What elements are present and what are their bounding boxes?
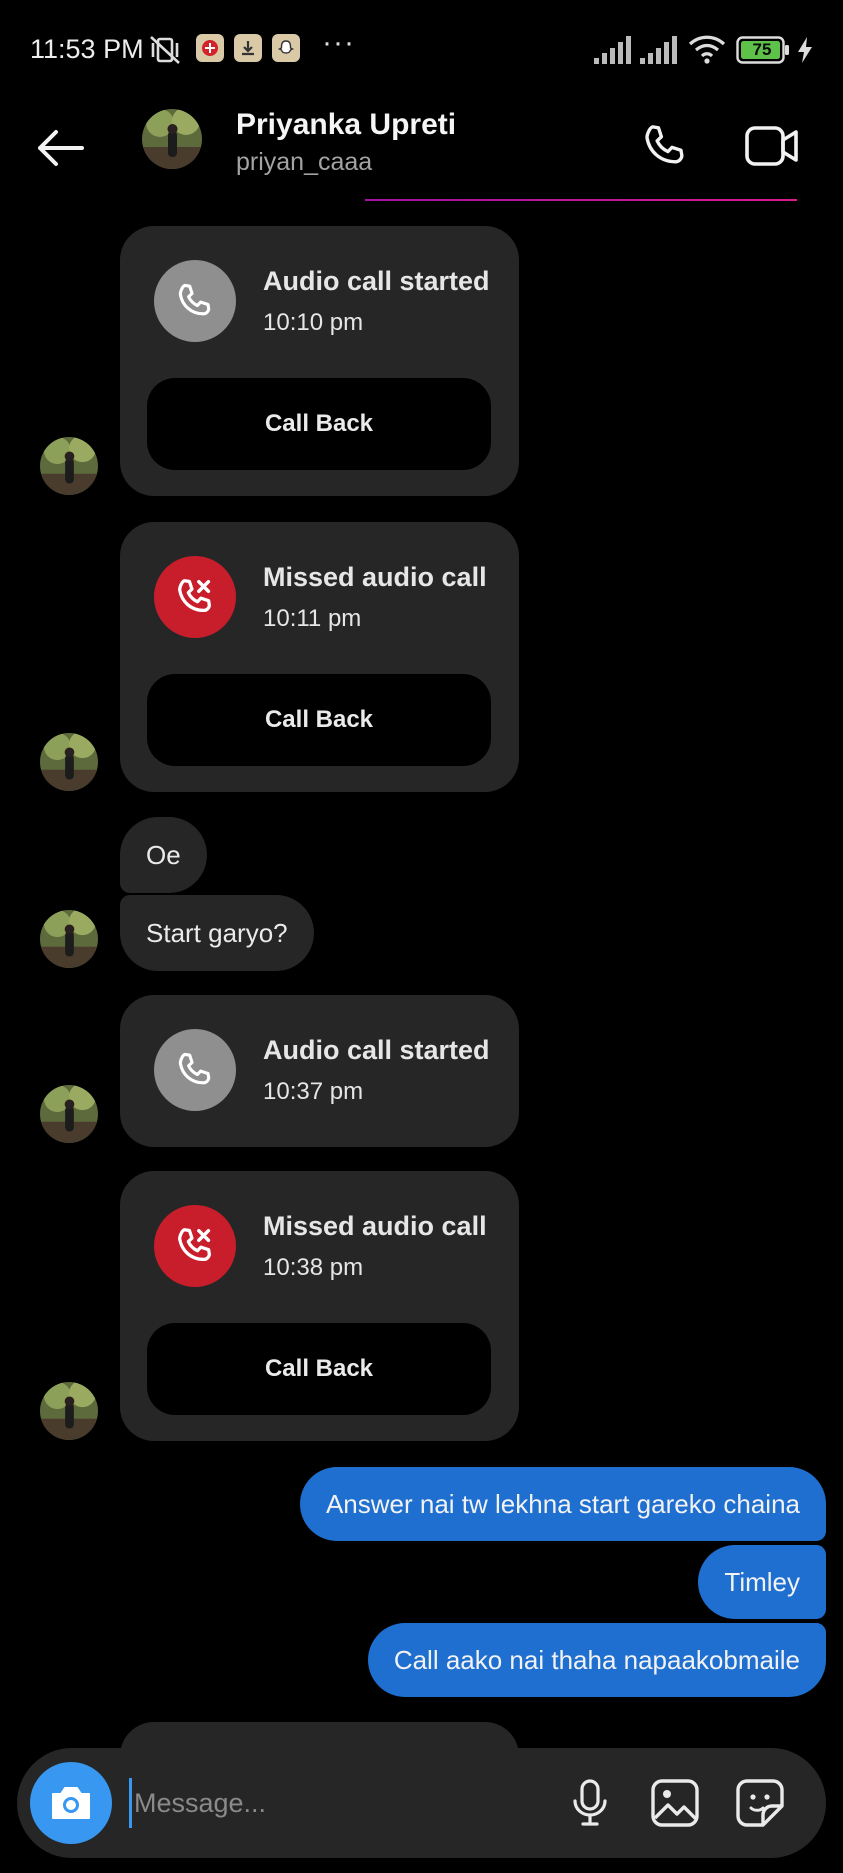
incoming-message[interactable]: Oe — [120, 817, 207, 893]
call-back-button[interactable]: Call Back — [147, 674, 491, 766]
incoming-message[interactable]: Start garyo? — [120, 895, 314, 971]
sticker-button[interactable] — [730, 1773, 790, 1833]
contact-name[interactable]: Priyanka Upreti — [236, 108, 456, 142]
status-time: 11:53 PM — [30, 34, 144, 64]
audio-call-icon — [154, 260, 236, 342]
outgoing-message[interactable]: Call aako nai thaha napaakobmaile — [367, 1623, 826, 1697]
vibrate-off-icon — [148, 34, 182, 71]
call-card: Missed audio call 10:11 pm Call Back — [120, 522, 519, 792]
call-card: Audio call started 10:10 pm Call Back — [120, 226, 519, 496]
gallery-icon — [651, 1779, 699, 1827]
microphone-icon — [573, 1779, 607, 1826]
sender-avatar[interactable] — [40, 910, 98, 968]
contact-avatar[interactable] — [142, 109, 202, 169]
message-input[interactable] — [129, 1778, 559, 1828]
outgoing-message[interactable]: Answer nai tw lekhna start gareko chaina — [299, 1467, 826, 1541]
call-time: 10:11 pm — [263, 605, 362, 632]
signal-icon-2 — [640, 36, 678, 69]
call-time: 10:38 pm — [263, 1254, 364, 1281]
call-title: Missed audio call — [263, 1211, 487, 1241]
sticker-icon — [736, 1779, 784, 1827]
message-composer — [17, 1748, 826, 1858]
call-back-button[interactable]: Call Back — [147, 1323, 491, 1415]
camera-button[interactable] — [30, 1762, 112, 1844]
sender-avatar[interactable] — [40, 1085, 98, 1143]
charging-icon — [796, 36, 814, 69]
video-camera-icon — [745, 126, 798, 166]
call-time: 10:10 pm — [263, 309, 364, 336]
signal-icon — [594, 36, 632, 69]
gallery-button[interactable] — [645, 1773, 705, 1833]
battery-level: 75 — [752, 40, 772, 59]
call-time: 10:37 pm — [263, 1078, 364, 1105]
sender-avatar[interactable] — [40, 733, 98, 791]
sender-avatar[interactable] — [40, 437, 98, 495]
voice-message-button[interactable] — [560, 1773, 620, 1833]
call-title: Missed audio call — [263, 562, 487, 592]
app-notification-icon — [196, 34, 224, 62]
more-notifications-icon: ··· — [322, 26, 355, 59]
audio-call-button[interactable] — [633, 114, 697, 178]
wifi-icon — [688, 34, 726, 69]
chat-screen: 11:53 PM ··· 75 Priyanka Upreti priyan_c… — [0, 0, 843, 1873]
status-bar: 11:53 PM ··· 75 — [0, 0, 843, 100]
call-back-button[interactable]: Call Back — [147, 378, 491, 470]
call-card: Audio call started 10:37 pm — [120, 995, 519, 1147]
missed-call-icon — [154, 1205, 236, 1287]
missed-call-icon — [154, 556, 236, 638]
phone-icon — [645, 125, 684, 164]
outgoing-message[interactable]: Timley — [698, 1545, 826, 1619]
video-call-button[interactable] — [740, 114, 804, 178]
back-arrow-icon — [38, 130, 84, 166]
camera-icon — [52, 1787, 90, 1819]
download-icon — [234, 34, 262, 62]
audio-call-icon — [154, 1029, 236, 1111]
header-accent-line — [365, 199, 797, 201]
call-title: Audio call started — [263, 266, 490, 296]
sender-avatar[interactable] — [40, 1382, 98, 1440]
chat-header: Priyanka Upreti priyan_caaa — [0, 100, 843, 201]
snapchat-icon — [272, 34, 300, 62]
back-button[interactable] — [30, 118, 90, 178]
call-card: Missed audio call 10:38 pm Call Back — [120, 1171, 519, 1441]
call-title: Audio call started — [263, 1035, 490, 1065]
contact-username[interactable]: priyan_caaa — [236, 148, 372, 177]
